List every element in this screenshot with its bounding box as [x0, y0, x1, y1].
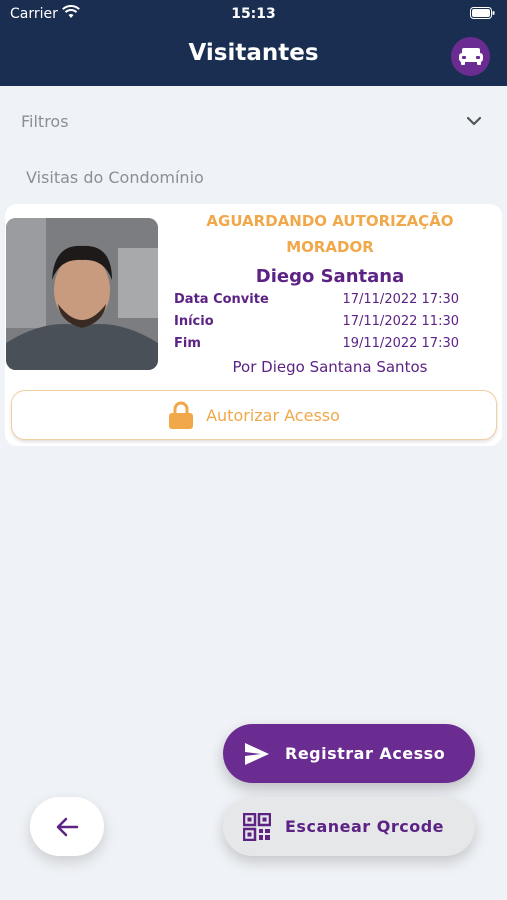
qrcode-icon [243, 812, 271, 841]
section-title: Visitas do Condomínio [26, 168, 204, 187]
register-access-label: Registrar Acesso [285, 744, 446, 763]
visitor-name: Diego Santana [255, 266, 405, 287]
clock: 15:13 [231, 6, 276, 22]
created-by: Por Diego Santana Santos [232, 358, 428, 376]
filters-label: Filtros [21, 112, 69, 131]
visitor-photo [6, 218, 158, 370]
page-title: Visitantes [188, 40, 319, 66]
field-value: 17/11/2022 17:30 [342, 292, 459, 307]
field-label: Início [174, 314, 214, 329]
visit-card[interactable]: AGUARDANDO AUTORIZAÇÃO MORADOR Diego San… [5, 204, 502, 446]
chevron-down-icon [466, 116, 482, 126]
authorize-access-button[interactable]: Autorizar Acesso [11, 390, 497, 440]
scan-qrcode-button[interactable]: Escanear Qrcode [223, 797, 475, 856]
send-icon [245, 742, 269, 765]
car-icon [458, 47, 483, 65]
field-label: Fim [174, 336, 201, 351]
field-label: Data Convite [174, 292, 269, 307]
arrow-left-icon [56, 817, 79, 836]
register-access-button[interactable]: Registrar Acesso [223, 724, 475, 783]
field-value: 17/11/2022 11:30 [342, 314, 459, 329]
back-button[interactable] [30, 797, 104, 856]
authorize-access-label: Autorizar Acesso [206, 405, 340, 425]
field-start-date: Início 17/11/2022 11:30 [174, 314, 459, 334]
field-invite-date: Data Convite 17/11/2022 17:30 [174, 292, 459, 312]
user-avatar-button[interactable] [451, 37, 490, 76]
field-end-date: Fim 19/11/2022 17:30 [174, 336, 459, 356]
status-bar: Carrier 15:13 [0, 0, 507, 30]
scan-qrcode-label: Escanear Qrcode [285, 817, 445, 836]
app-header: Carrier 15:13 Visitantes [0, 0, 507, 86]
filters-toggle[interactable]: Filtros [0, 100, 507, 144]
field-value: 19/11/2022 17:30 [342, 336, 459, 351]
battery-icon [470, 7, 495, 19]
lock-icon [169, 401, 194, 429]
visit-status: AGUARDANDO AUTORIZAÇÃO MORADOR [206, 212, 454, 256]
